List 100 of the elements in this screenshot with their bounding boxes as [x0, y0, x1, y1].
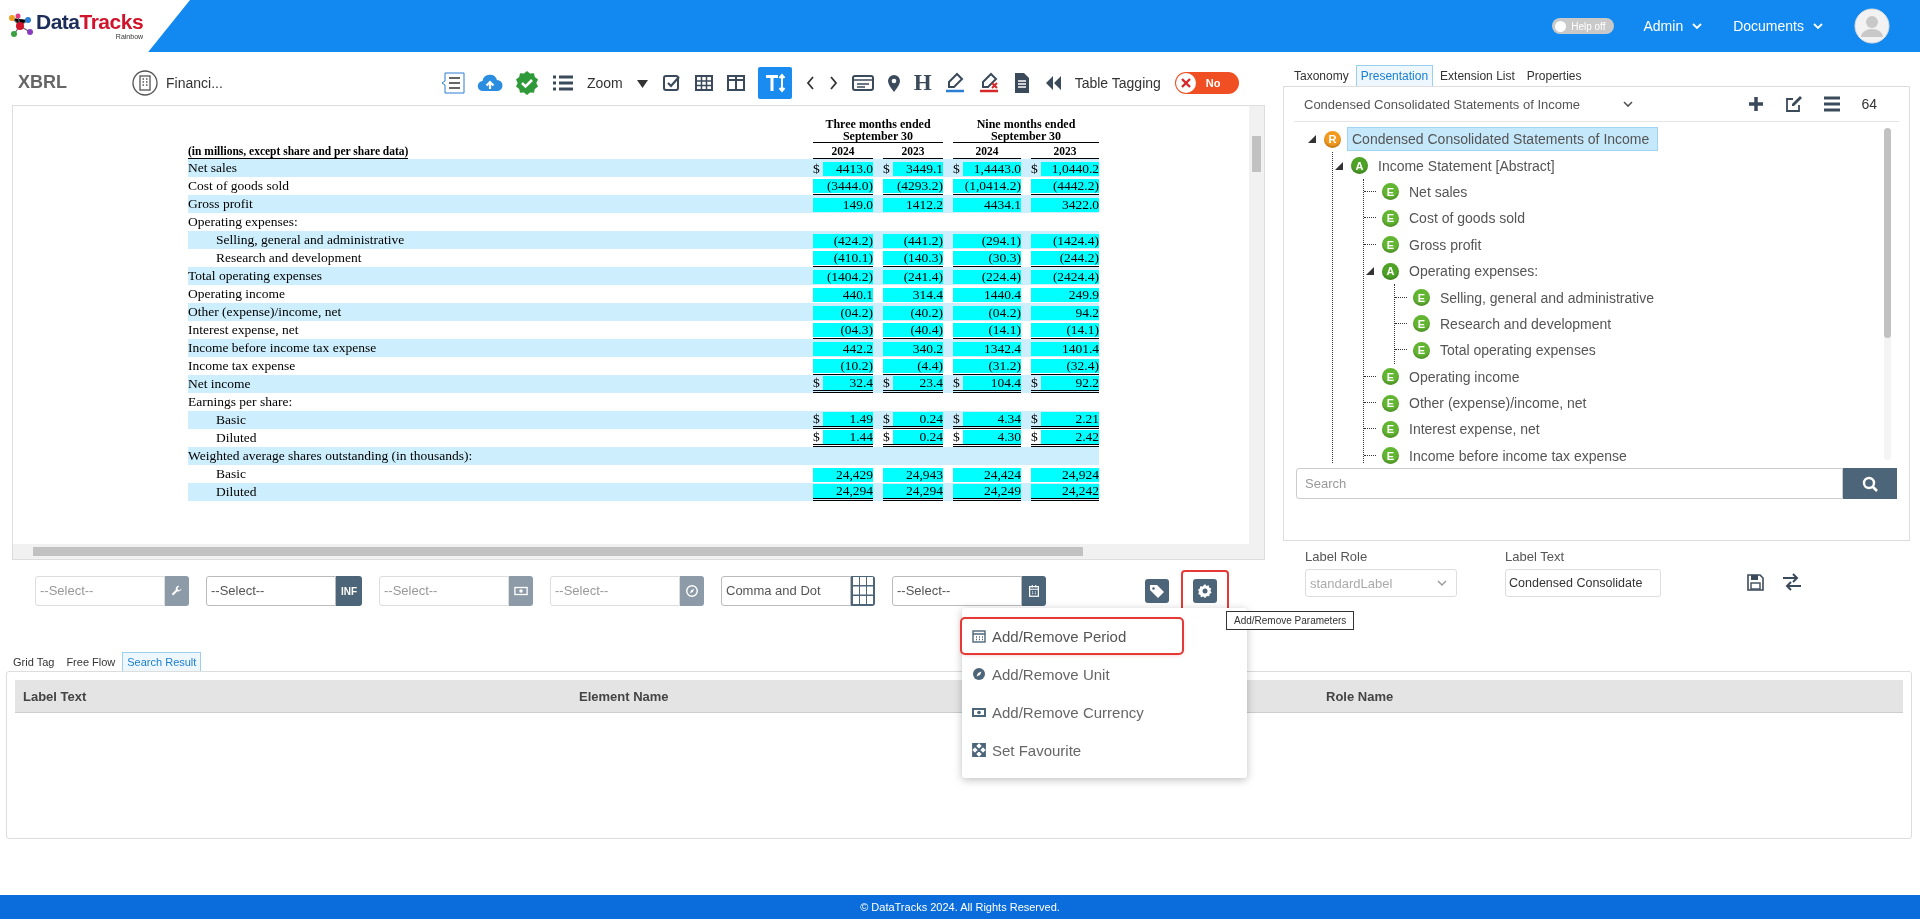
- number-format-button[interactable]: [851, 576, 875, 606]
- marker-cross-icon[interactable]: [977, 72, 1000, 93]
- table-cell[interactable]: (4442.2): [1031, 179, 1099, 193]
- table-cell[interactable]: 24,294: [883, 484, 943, 498]
- table-cell[interactable]: 440.1: [813, 287, 873, 302]
- table-cell[interactable]: 0.24: [892, 430, 943, 444]
- panel-tab[interactable]: Presentation: [1355, 65, 1434, 86]
- table-cell[interactable]: (30.3): [953, 251, 1021, 265]
- table-cell[interactable]: 2.21: [1040, 412, 1099, 426]
- panel-tab[interactable]: Properties: [1521, 65, 1587, 86]
- field-button[interactable]: [165, 576, 189, 606]
- table-cell[interactable]: (4.4): [883, 359, 943, 373]
- table-cell[interactable]: 24,294: [813, 484, 873, 498]
- table-cell[interactable]: 3449.1: [892, 161, 943, 176]
- table-cell[interactable]: 24,943: [883, 467, 943, 482]
- table-icon[interactable]: [693, 72, 714, 93]
- label-text-field[interactable]: Condensed Consolidate: [1505, 569, 1661, 597]
- table-cell[interactable]: 4.34: [962, 412, 1021, 426]
- table-tagging-toggle[interactable]: No: [1174, 71, 1239, 94]
- table-cell[interactable]: (14.1): [953, 323, 1021, 337]
- table-cell[interactable]: (40.4): [883, 323, 943, 337]
- vertical-scrollbar[interactable]: [1249, 106, 1264, 544]
- table-cell[interactable]: (14.1): [1031, 323, 1099, 337]
- field-button[interactable]: [509, 576, 533, 606]
- table-cell[interactable]: 0.24: [892, 412, 943, 426]
- tree-node[interactable]: Selling, general and administrative: [1436, 286, 1662, 309]
- table-cell[interactable]: (04.2): [953, 305, 1021, 320]
- table-cell[interactable]: (2424.4): [1031, 269, 1099, 284]
- panel-tab[interactable]: Extension List: [1435, 65, 1520, 86]
- document-name[interactable]: Financi...: [166, 74, 223, 91]
- map-pin-icon[interactable]: [885, 72, 902, 93]
- tree-node[interactable]: Income before income tax expense: [1405, 444, 1631, 464]
- table-cell[interactable]: 3422.0: [1031, 197, 1099, 212]
- horizontal-scrollbar[interactable]: [13, 544, 1264, 559]
- table-cell[interactable]: (224.4): [953, 269, 1021, 284]
- table-cell[interactable]: (32.4): [1031, 359, 1099, 373]
- panel-tab[interactable]: Free Flow: [61, 652, 121, 671]
- building-icon[interactable]: [132, 69, 158, 96]
- table-cell[interactable]: (3444.0): [813, 179, 873, 193]
- tree-node[interactable]: Net sales: [1405, 180, 1476, 203]
- table-cell[interactable]: (04.2): [813, 305, 873, 320]
- table-cell[interactable]: 24,242: [1031, 484, 1099, 498]
- table-cell[interactable]: 1,0440.2: [1040, 161, 1099, 176]
- table-cell[interactable]: 104.4: [962, 376, 1021, 390]
- nav-menu[interactable]: Admin: [1643, 18, 1704, 34]
- table-cell[interactable]: (241.4): [883, 269, 943, 284]
- search-field[interactable]: Search: [1296, 468, 1843, 499]
- table-cell[interactable]: 24,429: [813, 467, 873, 482]
- table-cell[interactable]: (1424.4): [1031, 233, 1099, 248]
- tree-node[interactable]: Interest expense, net: [1405, 418, 1544, 441]
- select-field[interactable]: --Select--: [892, 576, 1022, 606]
- table-cell[interactable]: 24,424: [953, 467, 1021, 482]
- select-field[interactable]: --Select--: [206, 576, 336, 606]
- columns-icon[interactable]: [725, 72, 746, 93]
- column-header[interactable]: Label Text: [15, 688, 571, 704]
- marker-icon[interactable]: [943, 72, 966, 93]
- table-cell[interactable]: (140.3): [883, 251, 943, 265]
- table-cell[interactable]: 4.30: [962, 430, 1021, 444]
- table-cell[interactable]: 340.2: [883, 341, 943, 356]
- table-cell[interactable]: 442.2: [813, 341, 873, 356]
- panel-tab[interactable]: Search Result: [122, 652, 202, 671]
- table-cell[interactable]: 1.49: [822, 412, 873, 426]
- table-cell[interactable]: (31.2): [953, 359, 1021, 373]
- card-icon[interactable]: [851, 72, 874, 93]
- table-cell[interactable]: 24,249: [953, 484, 1021, 498]
- tree-node[interactable]: Total operating expenses: [1436, 339, 1600, 362]
- panel-tab[interactable]: Grid Tag: [8, 652, 60, 671]
- list-icon[interactable]: [441, 71, 465, 94]
- tree-node[interactable]: Income Statement [Abstract]: [1374, 154, 1563, 177]
- table-cell[interactable]: 149.0: [813, 197, 873, 212]
- field-button[interactable]: [680, 576, 704, 606]
- table-cell[interactable]: 24,924: [1031, 467, 1099, 482]
- field-button[interactable]: INF: [336, 576, 362, 606]
- select-field[interactable]: Comma and Dot: [721, 576, 851, 606]
- vertical-scrollbar[interactable]: [1884, 128, 1891, 460]
- table-cell[interactable]: (410.1): [813, 251, 873, 265]
- tree-node[interactable]: Operating income: [1405, 365, 1524, 388]
- table-cell[interactable]: 1,4443.0: [962, 161, 1021, 176]
- edit-icon[interactable]: [1785, 95, 1804, 113]
- table-cell[interactable]: 1342.4: [953, 341, 1021, 356]
- menu-item[interactable]: Set Favourite: [962, 733, 1182, 767]
- column-header[interactable]: Role Name: [1318, 688, 1903, 704]
- table-cell[interactable]: (1,0414.2): [953, 179, 1021, 193]
- tree-node[interactable]: Gross profit: [1405, 233, 1486, 256]
- table-cell[interactable]: 1.44: [822, 430, 873, 444]
- table-cell[interactable]: (424.2): [813, 233, 873, 248]
- table-cell[interactable]: 32.4: [822, 376, 873, 390]
- text-height-button[interactable]: [757, 66, 792, 99]
- menu-item[interactable]: Add/Remove Unit: [962, 657, 1182, 691]
- tree-node[interactable]: Cost of goods sold: [1405, 207, 1529, 230]
- table-cell[interactable]: (244.2): [1031, 251, 1099, 265]
- table-cell[interactable]: (04.3): [813, 323, 873, 337]
- table-cell[interactable]: 92.2: [1040, 376, 1099, 390]
- table-cell[interactable]: 1412.2: [883, 197, 943, 212]
- table-cell[interactable]: (40.2): [883, 305, 943, 320]
- avatar[interactable]: [1854, 8, 1890, 44]
- tree-node[interactable]: Condensed Consolidated Statements of Income: [1347, 127, 1659, 152]
- menu-icon[interactable]: [1823, 95, 1842, 113]
- table-cell[interactable]: (1404.2): [813, 269, 873, 284]
- nav-menu[interactable]: Documents: [1733, 18, 1824, 34]
